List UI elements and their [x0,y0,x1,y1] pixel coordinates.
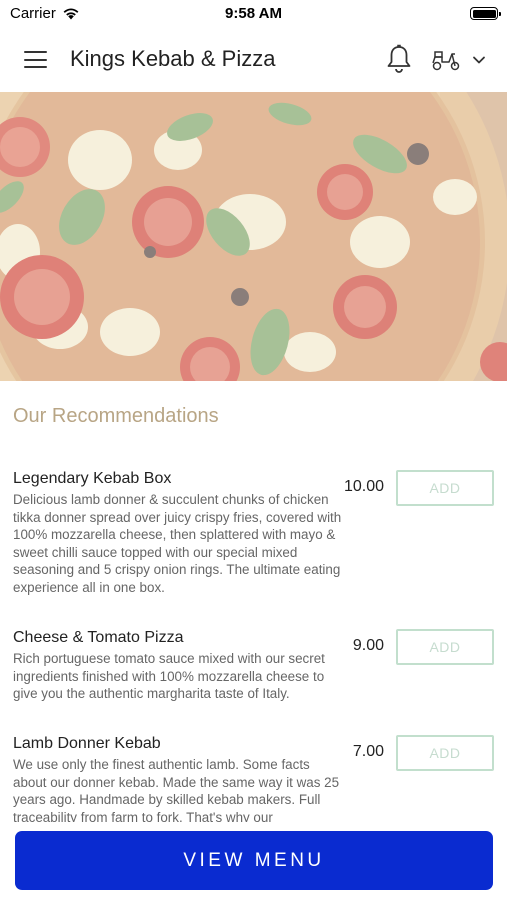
add-button[interactable]: ADD [396,735,494,771]
item-description: We use only the finest authentic lamb. S… [13,757,340,822]
item-price: 7.00 [352,743,384,760]
menu-icon[interactable] [24,51,47,68]
chevron-down-icon[interactable] [472,53,486,67]
item-name: Cheese & Tomato Pizza [13,629,184,646]
list-item: Legendary Kebab Box Delicious lamb donne… [0,470,507,629]
page-title: Kings Kebab & Pizza [70,46,276,71]
status-time: 9:58 AM [225,5,282,22]
hero-pizza-image [0,92,507,381]
item-description: Delicious lamb donner & succulent chunks… [13,492,342,595]
scooter-icon[interactable] [431,48,461,72]
pizza-photo [0,92,507,381]
list-item: Lamb Donner Kebab We use only the finest… [0,735,507,822]
item-price: 10.00 [343,478,384,495]
item-description: Rich portuguese tomato sauce mixed with … [13,651,325,701]
battery-fill [472,9,496,18]
app-header: Kings Kebab & Pizza [0,28,507,92]
recommendations-list: Legendary Kebab Box Delicious lamb donne… [0,470,507,822]
add-button[interactable]: ADD [396,629,494,665]
item-name: Legendary Kebab Box [13,470,172,487]
view-menu-button[interactable]: VIEW MENU [15,831,493,890]
status-bar: Carrier 9:58 AM [0,0,507,28]
section-title-recommendations: Our Recommendations [13,405,219,427]
item-price: 9.00 [352,637,384,654]
add-button[interactable]: ADD [396,470,494,506]
item-name: Lamb Donner Kebab [13,735,161,752]
bell-icon[interactable] [385,44,413,74]
list-item: Cheese & Tomato Pizza Rich portuguese to… [0,629,507,735]
battery-icon [470,7,501,20]
